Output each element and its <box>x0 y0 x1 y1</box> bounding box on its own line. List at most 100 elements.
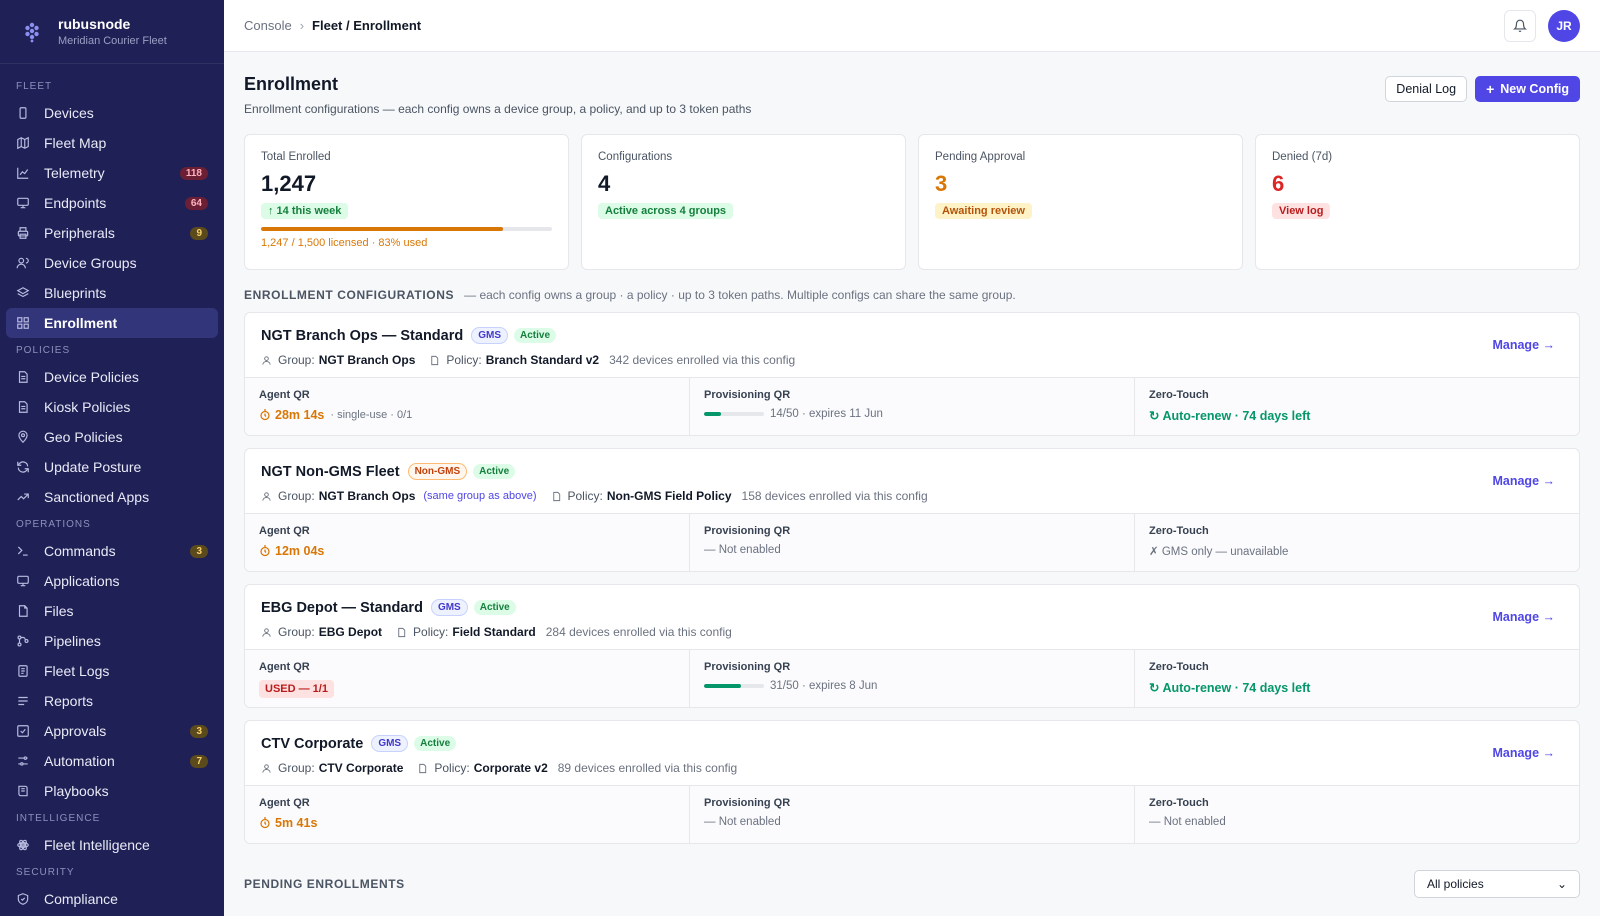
status-badge: Awaiting review <box>935 203 1032 219</box>
config-name[interactable]: EBG Depot — Standard <box>261 600 423 616</box>
sidebar-item-pipelines[interactable]: Pipelines <box>6 626 218 656</box>
group-name[interactable]: EBG Depot <box>319 625 382 639</box>
policy-icon <box>398 627 406 637</box>
policy-name[interactable]: Branch Standard v2 <box>486 353 599 367</box>
enrolled-count: 342 devices enrolled via this config <box>609 353 796 367</box>
column-label: Agent QR <box>259 797 310 809</box>
pending-section-header: PENDING ENROLLMENTS All policies ⌄ <box>244 870 1580 898</box>
provisioning-progress-bar <box>704 412 764 416</box>
manage-link[interactable]: Manage → <box>1492 746 1555 760</box>
section-title: PENDING ENROLLMENTS <box>244 877 405 891</box>
sidebar-item-device-policies[interactable]: Device Policies <box>6 362 218 392</box>
policy-icon <box>552 491 560 501</box>
agent-qr-column[interactable]: Agent QR 5m 41s <box>245 786 689 843</box>
sidebar-item-automation[interactable]: Automation 7 <box>6 746 218 776</box>
zero-touch-column[interactable]: Zero-Touch ↻ Auto-renew · 74 days left <box>1134 650 1579 707</box>
policy-name[interactable]: Non-GMS Field Policy <box>607 489 732 503</box>
breadcrumb-current: Fleet / Enrollment <box>312 18 422 33</box>
license-usage-text: 1,247 / 1,500 licensed · 83% used <box>261 237 428 249</box>
agent-qr-timer: 12m 04s <box>275 544 325 558</box>
sidebar-item-fleet-map[interactable]: Fleet Map <box>6 128 218 158</box>
count-badge: 9 <box>190 226 208 240</box>
manage-link[interactable]: Manage → <box>1492 338 1555 352</box>
policy-filter-select[interactable]: All policies ⌄ <box>1414 870 1580 898</box>
stat-card-denied: Denied (7d) 6 View log <box>1255 134 1580 270</box>
sidebar-item-update-posture[interactable]: Update Posture <box>6 452 218 482</box>
group-name[interactable]: NGT Branch Ops <box>319 353 416 367</box>
provisioning-qr-column[interactable]: Provisioning QR — Not enabled <box>689 514 1134 571</box>
new-config-button[interactable]: + New Config <box>1475 76 1580 102</box>
notifications-button[interactable] <box>1504 9 1536 42</box>
sidebar-item-geo-policies[interactable]: Geo Policies <box>6 422 218 452</box>
new-config-label: New Config <box>1500 82 1569 96</box>
sidebar-item-fleet-intelligence[interactable]: Fleet Intelligence <box>6 830 218 860</box>
group-name[interactable]: NGT Branch Ops <box>319 489 416 503</box>
group-label: Group: <box>278 489 315 503</box>
config-name[interactable]: NGT Branch Ops — Standard <box>261 328 463 344</box>
stat-label: Pending Approval <box>935 151 1026 163</box>
platform-tag: GMS <box>371 735 409 752</box>
agent-qr-column[interactable]: Agent QR USED — 1/1 <box>245 650 689 707</box>
brand-org: Meridian Courier Fleet <box>58 35 167 47</box>
sidebar-item-label: Geo Policies <box>44 429 123 445</box>
sidebar-item-sanctioned-apps[interactable]: Sanctioned Apps <box>6 482 218 512</box>
column-label: Agent QR <box>259 525 310 537</box>
zero-touch-column[interactable]: Zero-Touch — Not enabled <box>1134 786 1579 843</box>
policy-name[interactable]: Corporate v2 <box>474 761 548 775</box>
sidebar-item-label: Endpoints <box>44 195 107 211</box>
nav-section-title: INTELLIGENCE <box>16 813 101 824</box>
provisioning-progress-bar <box>704 684 764 688</box>
manage-link[interactable]: Manage → <box>1492 474 1555 488</box>
sidebar-item-device-groups[interactable]: Device Groups <box>6 248 218 278</box>
avatar[interactable]: JR <box>1548 9 1580 42</box>
policy-name[interactable]: Field Standard <box>452 625 535 639</box>
sidebar-item-playbooks[interactable]: Playbooks <box>6 776 218 806</box>
sidebar-item-label: Kiosk Policies <box>44 399 131 415</box>
zero-touch-column[interactable]: Zero-Touch ↻ Auto-renew · 74 days left <box>1134 378 1579 435</box>
weekly-delta-badge: ↑ 14 this week <box>261 203 349 219</box>
sidebar-item-fleet-logs[interactable]: Fleet Logs <box>6 656 218 686</box>
sidebar-item-enrollment[interactable]: Enrollment <box>6 308 218 338</box>
view-log-link[interactable]: View log <box>1272 203 1331 219</box>
brand[interactable]: rubusnode Meridian Courier Fleet <box>0 0 224 64</box>
agent-qr-note: · single-use · 0/1 <box>330 409 413 421</box>
nav-section-title: OPERATIONS <box>16 519 91 530</box>
status-badge: Active <box>473 600 516 615</box>
provisioning-qr-column[interactable]: Provisioning QR — Not enabled <box>689 786 1134 843</box>
sidebar-item-approvals[interactable]: Approvals 3 <box>6 716 218 746</box>
manage-link[interactable]: Manage → <box>1492 610 1555 624</box>
stat-value: 6 <box>1272 171 1285 196</box>
column-label: Zero-Touch <box>1149 661 1209 673</box>
sidebar-item-telemetry[interactable]: Telemetry 118 <box>6 158 218 188</box>
provisioning-qr-column[interactable]: Provisioning QR 31/50 · expires 8 Jun <box>689 650 1134 707</box>
count-badge: 7 <box>190 754 208 768</box>
map-icon <box>17 136 29 150</box>
log-icon <box>18 665 28 677</box>
denial-log-button[interactable]: Denial Log <box>1385 76 1468 102</box>
stat-value: 1,247 <box>261 171 317 196</box>
status-badge: Active <box>414 736 457 751</box>
agent-qr-column[interactable]: Agent QR 12m 04s <box>245 514 689 571</box>
sidebar-item-blueprints[interactable]: Blueprints <box>6 278 218 308</box>
sidebar-item-compliance[interactable]: Compliance <box>6 884 218 914</box>
config-name[interactable]: CTV Corporate <box>261 736 363 752</box>
sidebar-item-kiosk-policies[interactable]: Kiosk Policies <box>6 392 218 422</box>
sidebar-item-files[interactable]: Files <box>6 596 218 626</box>
sidebar-item-peripherals[interactable]: Peripherals 9 <box>6 218 218 248</box>
sidebar-item-devices[interactable]: Devices <box>6 98 218 128</box>
zero-touch-column[interactable]: Zero-Touch ✗ GMS only — unavailable <box>1134 514 1579 571</box>
group-label: Group: <box>278 625 315 639</box>
provisioning-qr-status: — Not enabled <box>704 816 781 828</box>
zero-touch-status: — Not enabled <box>1149 816 1226 828</box>
stat-label: Denied (7d) <box>1272 151 1333 163</box>
sidebar-item-reports[interactable]: Reports <box>6 686 218 716</box>
sidebar-item-endpoints[interactable]: Endpoints 64 <box>6 188 218 218</box>
stats-row: Total Enrolled 1,247 ↑ 14 this week 1,24… <box>244 134 1580 270</box>
agent-qr-column[interactable]: Agent QR 28m 14s · single-use · 0/1 <box>245 378 689 435</box>
sidebar-item-commands[interactable]: Commands 3 <box>6 536 218 566</box>
breadcrumb-console[interactable]: Console <box>244 18 292 33</box>
provisioning-qr-column[interactable]: Provisioning QR 14/50 · expires 11 Jun <box>689 378 1134 435</box>
config-name[interactable]: NGT Non-GMS Fleet <box>261 464 400 480</box>
sidebar-item-applications[interactable]: Applications <box>6 566 218 596</box>
group-name[interactable]: CTV Corporate <box>319 761 404 775</box>
